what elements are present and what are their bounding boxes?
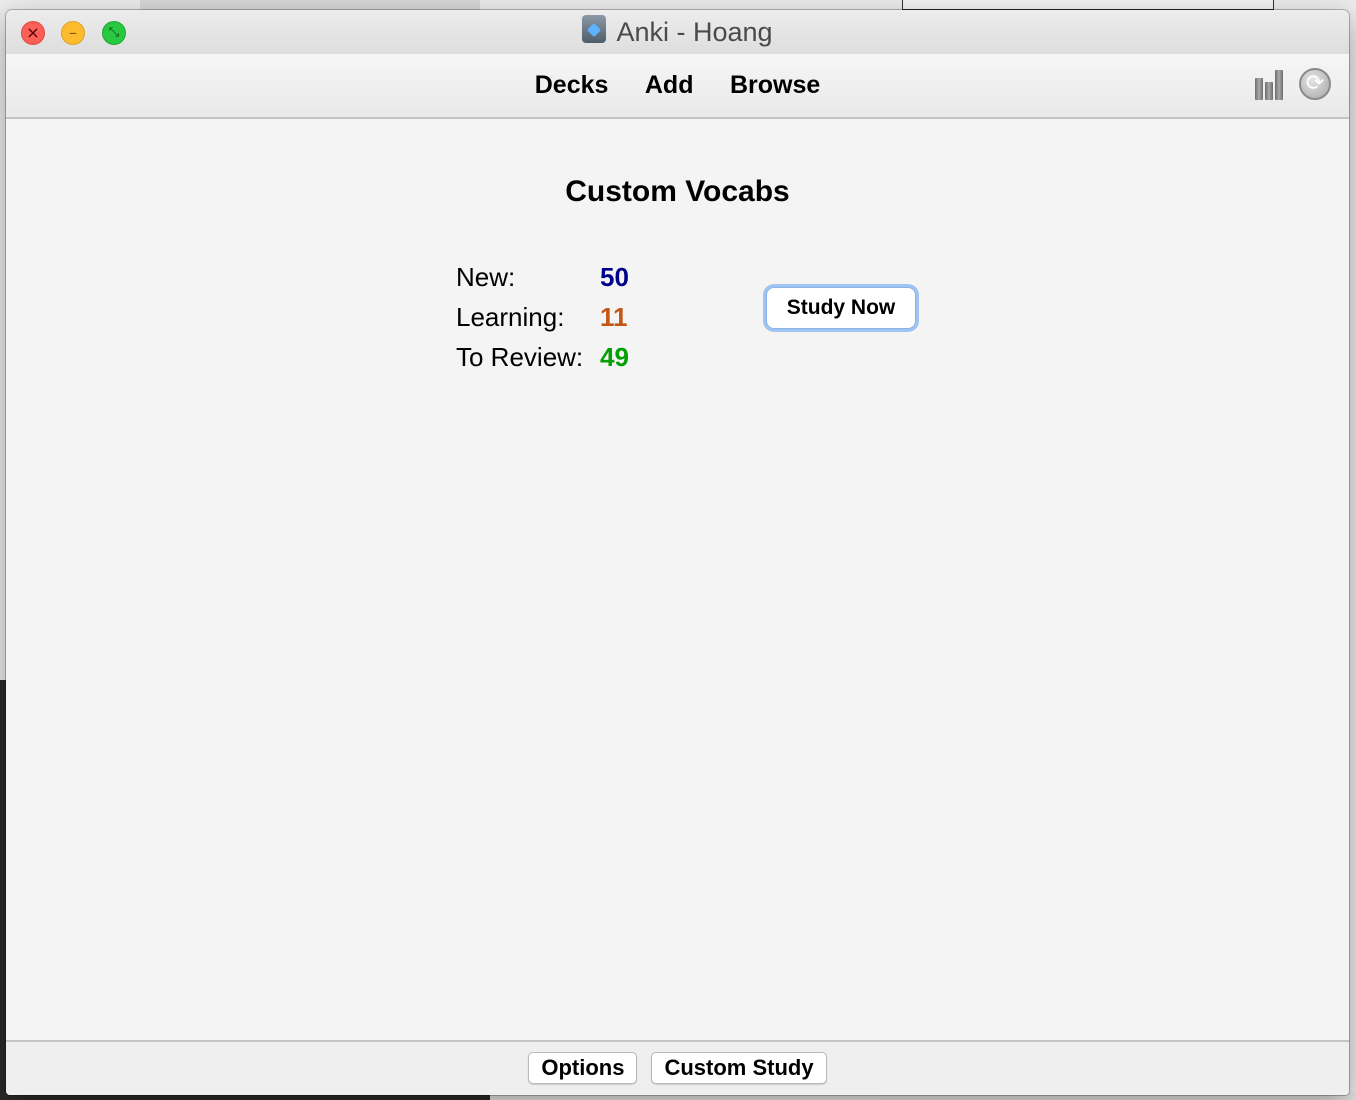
title-bar: × – ⤡ Anki - Hoang [6, 10, 1349, 54]
options-button[interactable]: Options [528, 1052, 638, 1084]
nav-decks[interactable]: Decks [535, 54, 609, 116]
sync-icon[interactable] [1299, 68, 1331, 100]
toolbar-nav: Decks Add Browse [6, 54, 1349, 117]
count-row-review: To Review: 49 [456, 337, 629, 377]
bottom-bar: Options Custom Study [6, 1040, 1349, 1095]
deck-overview: Custom Vocabs New: 50 Learning: 11 To Revi… [6, 119, 1349, 1041]
learning-count: 11 [600, 302, 628, 332]
window-title: Anki - Hoang [616, 17, 773, 47]
background-window-edge [140, 0, 480, 10]
background-window-thumbnail [902, 0, 1274, 10]
new-count: 50 [600, 262, 629, 292]
study-now-button[interactable]: Study Now [766, 287, 916, 329]
count-row-learning: Learning: 11 [456, 297, 629, 337]
anki-window: × – ⤡ Anki - Hoang Decks Add Browse Cust… [6, 10, 1349, 1095]
review-count: 49 [600, 342, 629, 372]
main-toolbar: Decks Add Browse [6, 54, 1349, 119]
count-label: Learning: [456, 302, 565, 332]
count-label: To Review: [456, 342, 584, 372]
deck-title: Custom Vocabs [565, 175, 790, 208]
window-title-area: Anki - Hoang [6, 10, 1349, 54]
due-counts-table: New: 50 Learning: 11 To Review: 49 [456, 257, 629, 377]
nav-browse[interactable]: Browse [730, 54, 820, 116]
count-row-new: New: 50 [456, 257, 629, 297]
nav-add[interactable]: Add [645, 54, 694, 116]
toolbar-icons [1253, 68, 1331, 102]
anki-app-icon [582, 15, 607, 43]
count-label: New: [456, 262, 516, 292]
custom-study-button[interactable]: Custom Study [651, 1052, 827, 1084]
stats-icon[interactable] [1253, 68, 1287, 102]
